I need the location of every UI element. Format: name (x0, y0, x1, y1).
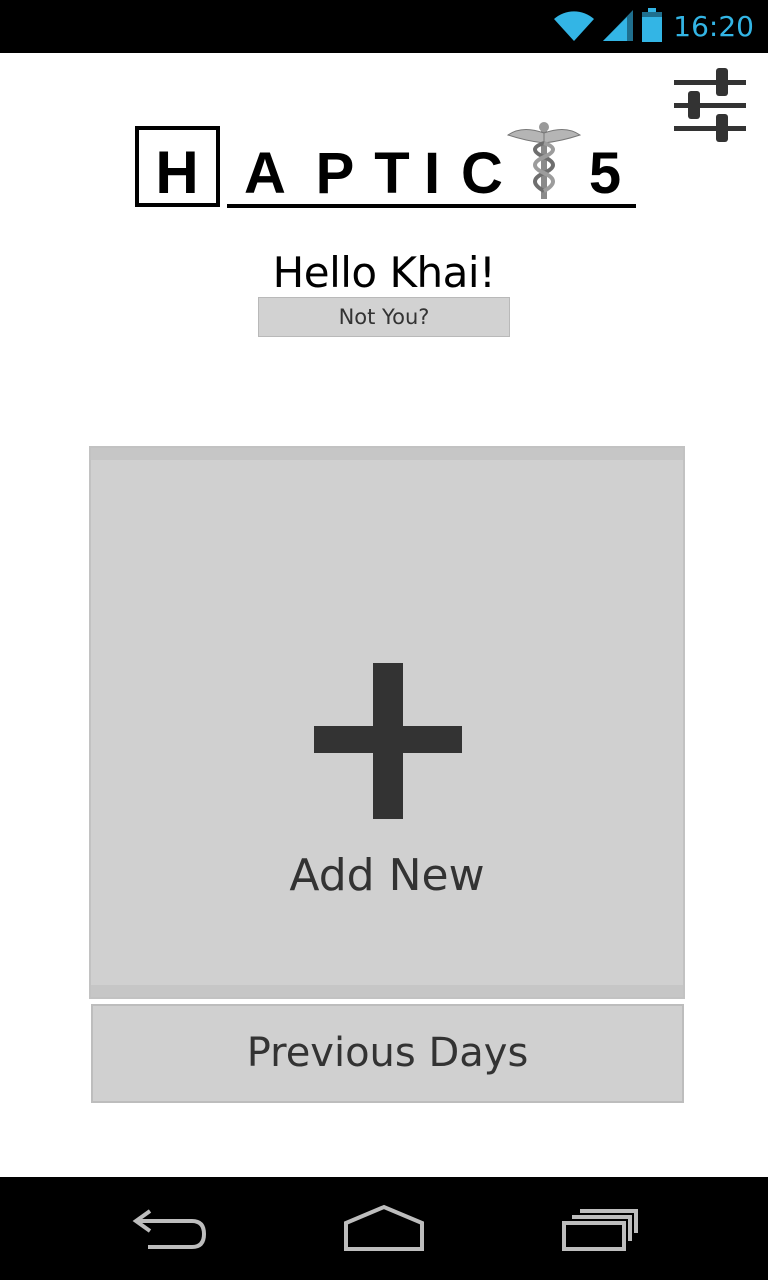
recent-apps-icon (562, 1209, 638, 1251)
logo-letter: A (244, 141, 286, 206)
tile-bottom-strip (91, 985, 683, 997)
nav-bar (0, 1177, 768, 1280)
logo-letter: P (316, 141, 355, 206)
logo-letter: C (461, 141, 503, 206)
previous-days-button[interactable]: Previous Days (91, 1004, 684, 1103)
caduceus-icon (506, 122, 582, 199)
battery-icon (641, 8, 663, 46)
home-icon (344, 1204, 424, 1251)
recent-apps-button[interactable] (552, 1197, 652, 1261)
home-button[interactable] (334, 1197, 434, 1261)
app-content: H A P T I C 5 Hello Khai! Not You? Add N… (0, 53, 768, 1177)
status-time: 16:20 (673, 10, 754, 43)
add-new-label: Add New (289, 850, 485, 901)
status-icons: 16:20 (553, 8, 754, 46)
status-bar: 16:20 (0, 0, 768, 53)
greeting-text: Hello Khai! (272, 248, 496, 297)
plus-icon (314, 663, 462, 819)
settings-button[interactable] (670, 67, 750, 147)
logo-letter: I (424, 141, 440, 206)
logo-letter: T (374, 141, 409, 206)
back-icon (132, 1209, 207, 1249)
tile-top-strip (91, 448, 683, 460)
sliders-icon (674, 68, 746, 142)
add-new-button[interactable]: Add New (89, 446, 685, 999)
logo-letter: H (155, 139, 198, 206)
logo-letter: 5 (589, 141, 621, 206)
not-you-button[interactable]: Not You? (258, 297, 510, 337)
cell-signal-icon (601, 8, 635, 46)
haptic5-logo: H A P T I C 5 (130, 121, 640, 211)
back-button[interactable] (120, 1197, 220, 1261)
wifi-icon (553, 8, 595, 46)
